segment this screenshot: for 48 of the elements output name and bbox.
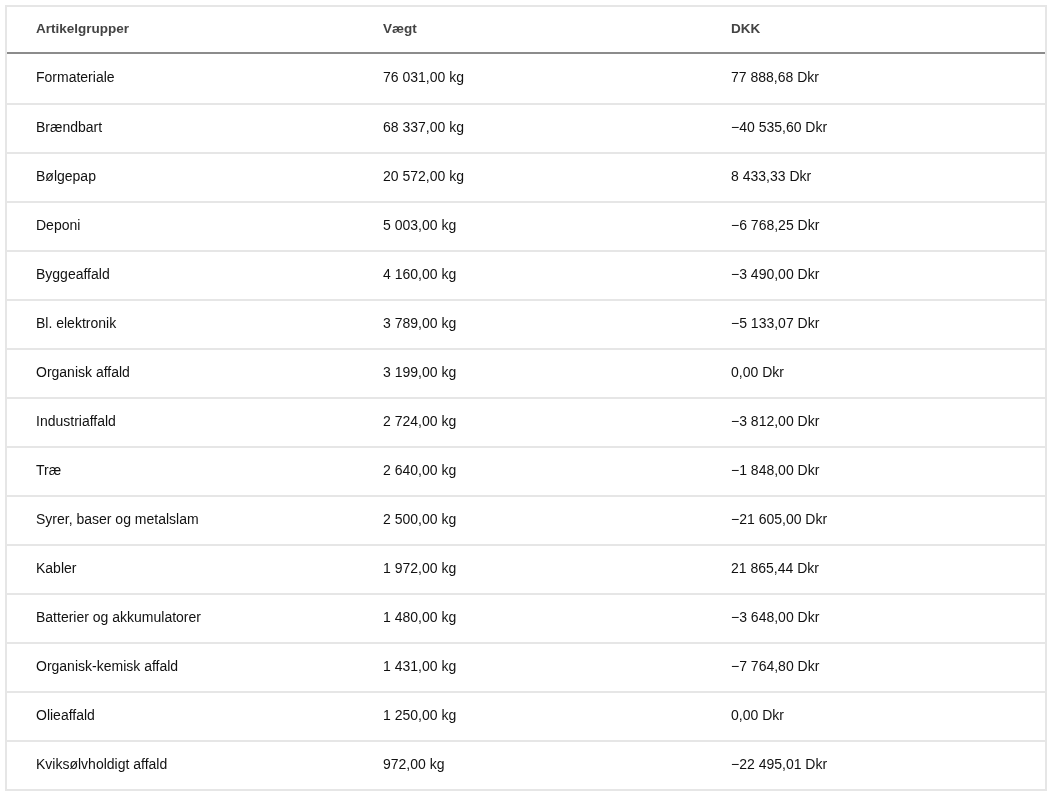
table-cell-text: Træ <box>36 462 63 480</box>
table-cell-text: −1 848,00 Dkr <box>731 462 821 480</box>
column-header: DKK <box>731 20 762 38</box>
table-cell-text: 77 888,68 Dkr <box>731 69 820 87</box>
table-cell-text: 3 789,00 kg <box>383 315 458 333</box>
table-cell-text: Kviksølvholdigt affald <box>36 756 169 774</box>
table-cell-text: 2 500,00 kg <box>383 511 458 529</box>
column-header: Vægt <box>383 20 418 38</box>
table-cell-text: 21 865,44 Dkr <box>731 560 820 578</box>
table-cell-text: −7 764,80 Dkr <box>731 658 821 676</box>
table-cell-text: 1 972,00 kg <box>383 560 458 578</box>
table-cell-text: −40 535,60 Dkr <box>731 119 829 137</box>
table-cell-text: 4 160,00 kg <box>383 266 458 284</box>
table-cell-text: Bølgepap <box>36 168 97 186</box>
table-cell-text: 76 031,00 kg <box>383 69 465 87</box>
table-cell-text: −3 490,00 Dkr <box>731 266 821 284</box>
column-header: Artikelgrupper <box>36 20 131 38</box>
table-cell-text: Organisk-kemisk affald <box>36 658 180 676</box>
table-cell-text: 1 431,00 kg <box>383 658 458 676</box>
table-cell-text: −22 495,01 Dkr <box>731 756 829 774</box>
table-cell-text: 8 433,33 Dkr <box>731 168 813 186</box>
table-cell-text: 0,00 Dkr <box>731 707 785 725</box>
table-cell-text: 2 640,00 kg <box>383 462 458 480</box>
table-cell-text: −3 812,00 Dkr <box>731 413 821 431</box>
table-cell-text: 5 003,00 kg <box>383 217 458 235</box>
table-cell-text: −5 133,07 Dkr <box>731 315 821 333</box>
table-cell-text: Brændbart <box>36 119 104 137</box>
table-cell-text: Organisk affald <box>36 364 131 382</box>
table-cell-text: Industriaffald <box>36 413 117 431</box>
table-cell-text: Batterier og akkumulatorer <box>36 609 202 627</box>
table-cell-text: −3 648,00 Dkr <box>731 609 821 627</box>
table-cell-text: Formateriale <box>36 69 116 87</box>
table-cell-text: 0,00 Dkr <box>731 364 785 382</box>
table-cell-text: 1 480,00 kg <box>383 609 458 627</box>
table-cell-text: 68 337,00 kg <box>383 119 465 137</box>
table-cell-text: 1 250,00 kg <box>383 707 458 725</box>
table-cell-text: Kabler <box>36 560 78 578</box>
table-cell-text: Olieaffald <box>36 707 96 725</box>
table-cell-text: Byggeaffald <box>36 266 111 284</box>
table-cell-text: Syrer, baser og metalslam <box>36 511 200 529</box>
table-cell-text: Bl. elektronik <box>36 315 118 333</box>
table-cell-text: Deponi <box>36 217 82 235</box>
table-cell-text: −21 605,00 Dkr <box>731 511 829 529</box>
table-cell-text: 972,00 kg <box>383 756 446 774</box>
table-cell-text: 2 724,00 kg <box>383 413 458 431</box>
table-cell-text: 20 572,00 kg <box>383 168 465 186</box>
table-cell-text: −6 768,25 Dkr <box>731 217 821 235</box>
table-cell-text: 3 199,00 kg <box>383 364 458 382</box>
